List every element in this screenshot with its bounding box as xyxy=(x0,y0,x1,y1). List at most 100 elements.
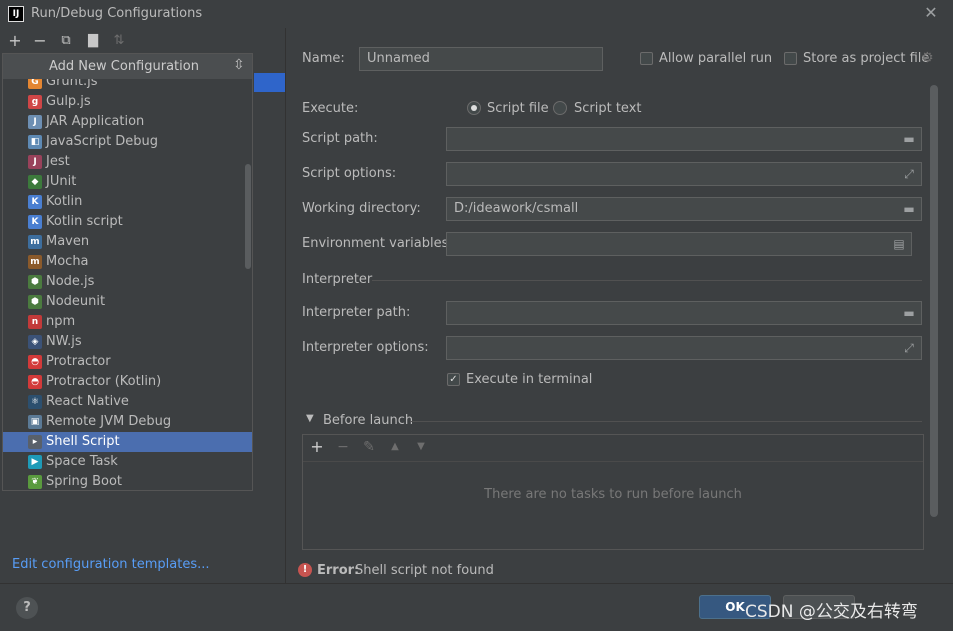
popup-scrollbar[interactable] xyxy=(245,164,251,269)
new-folder-button[interactable]: ▇ xyxy=(84,32,102,50)
config-type-item[interactable]: ◓ Protractor xyxy=(3,352,252,372)
add-task-icon[interactable]: + xyxy=(309,439,325,455)
name-value: Unnamed xyxy=(367,51,430,66)
script-file-label: Script file xyxy=(487,101,549,116)
config-type-label: Remote JVM Debug xyxy=(46,414,172,429)
config-type-item[interactable]: g Gulp.js xyxy=(3,92,252,112)
config-type-item[interactable]: K Kotlin xyxy=(3,192,252,212)
jar-icon: J xyxy=(28,115,42,129)
script-text-radio[interactable] xyxy=(553,101,567,115)
maven-icon: m xyxy=(28,235,42,249)
working-directory-value: D:/ideawork/csmall xyxy=(454,201,579,216)
form-scrollbar[interactable] xyxy=(930,85,938,517)
script-file-radio[interactable] xyxy=(467,101,481,115)
execute-in-terminal-checkbox[interactable]: ✓ xyxy=(447,373,460,386)
kotlin-script-icon: K xyxy=(28,215,42,229)
config-type-label: Protractor xyxy=(46,354,111,369)
help-button[interactable]: ? xyxy=(16,597,38,619)
before-launch-title[interactable]: Before launch xyxy=(323,413,413,428)
watermark-text: CSDN @公交及右转弯 xyxy=(745,602,918,622)
move-down-icon[interactable]: ▼ xyxy=(413,439,429,455)
shell-icon: ▸ xyxy=(28,435,42,449)
popup-header: Add New Configuration ⇳ xyxy=(3,54,252,79)
config-type-item[interactable]: ◆ JUnit xyxy=(3,172,252,192)
script-path-field[interactable]: ▬ xyxy=(446,127,922,151)
config-type-label: Nodeunit xyxy=(46,294,106,309)
env-vars-field[interactable]: ▤ xyxy=(446,232,912,256)
allow-parallel-checkbox[interactable] xyxy=(640,52,653,65)
config-type-label: JavaScript Debug xyxy=(46,134,159,149)
config-type-item[interactable]: ⚛ React Native xyxy=(3,392,252,412)
remove-task-icon[interactable]: − xyxy=(335,439,351,455)
spring-icon: ❦ xyxy=(28,475,42,489)
env-vars-label: Environment variables: xyxy=(302,236,453,251)
config-type-label: React Native xyxy=(46,394,129,409)
edit-templates-link[interactable]: Edit configuration templates... xyxy=(12,557,210,572)
no-tasks-text: There are no tasks to run before launch xyxy=(484,487,742,502)
remote-debug-icon: ▣ xyxy=(28,415,42,429)
config-type-label: Maven xyxy=(46,234,90,249)
gear-icon[interactable]: ⚙ xyxy=(921,50,934,66)
config-type-item[interactable]: ⬢ Nodeunit xyxy=(3,292,252,312)
selected-configuration-row[interactable] xyxy=(254,73,285,92)
remove-configuration-button[interactable]: − xyxy=(31,32,49,50)
expand-icon[interactable]: ⤢ xyxy=(901,166,917,182)
collapse-icon[interactable]: ⇳ xyxy=(233,57,245,73)
script-options-field[interactable]: ⤢ xyxy=(446,162,922,186)
expand-icon[interactable]: ⤢ xyxy=(901,340,917,356)
copy-configuration-button[interactable]: ⧉ xyxy=(57,32,75,50)
script-path-label: Script path: xyxy=(302,131,378,146)
name-field[interactable]: Unnamed xyxy=(359,47,603,71)
nwjs-icon: ◈ xyxy=(28,335,42,349)
intellij-logo-icon: IJ xyxy=(8,6,24,22)
edit-env-icon[interactable]: ▤ xyxy=(891,236,907,252)
window-title: Run/Debug Configurations xyxy=(31,6,203,21)
kotlin-icon: K xyxy=(28,195,42,209)
config-type-label: Jest xyxy=(46,154,70,169)
expand-triangle-icon[interactable]: ▼ xyxy=(306,413,314,424)
config-type-item[interactable]: m Mocha xyxy=(3,252,252,272)
protractor-icon: ◓ xyxy=(28,355,42,369)
interpreter-path-field[interactable]: ▬ xyxy=(446,301,922,325)
interpreter-separator xyxy=(372,280,922,281)
config-type-item[interactable]: ⬢ Node.js xyxy=(3,272,252,292)
edit-task-icon[interactable]: ✎ xyxy=(361,439,377,455)
gulp-icon: g xyxy=(28,95,42,109)
interpreter-section-title: Interpreter xyxy=(302,272,373,287)
add-configuration-button[interactable]: + xyxy=(6,32,24,50)
interpreter-options-label: Interpreter options: xyxy=(302,340,429,355)
move-up-icon[interactable]: ▲ xyxy=(387,439,403,455)
config-type-label: Node.js xyxy=(46,274,95,289)
script-text-label: Script text xyxy=(574,101,642,116)
before-launch-tasks: + − ✎ ▲ ▼ There are no tasks to run befo… xyxy=(302,434,924,550)
config-type-item[interactable]: ◈ NW.js xyxy=(3,332,252,352)
error-icon: ! xyxy=(298,563,312,577)
config-type-label: Kotlin script xyxy=(46,214,123,229)
config-type-item[interactable]: ▶ Space Task xyxy=(3,452,252,472)
config-type-item[interactable]: J Jest xyxy=(3,152,252,172)
jest-icon: J xyxy=(28,155,42,169)
interpreter-path-label: Interpreter path: xyxy=(302,305,411,320)
config-type-item[interactable]: ▣ Remote JVM Debug xyxy=(3,412,252,432)
sort-button[interactable]: ⇅ xyxy=(110,32,128,50)
config-type-item[interactable]: K Kotlin script xyxy=(3,212,252,232)
close-icon[interactable]: ✕ xyxy=(922,4,940,22)
js-debug-icon: ◧ xyxy=(28,135,42,149)
junit-icon: ◆ xyxy=(28,175,42,189)
interpreter-options-field[interactable]: ⤢ xyxy=(446,336,922,360)
config-type-item[interactable]: n npm xyxy=(3,312,252,332)
store-project-checkbox[interactable] xyxy=(784,52,797,65)
working-directory-field[interactable]: D:/ideawork/csmall ▬ xyxy=(446,197,922,221)
space-icon: ▶ xyxy=(28,455,42,469)
config-type-item[interactable]: ◧ JavaScript Debug xyxy=(3,132,252,152)
config-type-item[interactable]: ❦ Spring Boot xyxy=(3,472,252,490)
config-type-label: Kotlin xyxy=(46,194,83,209)
config-type-item[interactable]: m Maven xyxy=(3,232,252,252)
add-configuration-popup: G Grunt.js g Gulp.js J JAR Application ◧ JavaSc… xyxy=(2,53,253,491)
config-type-item[interactable]: ▸ Shell Script xyxy=(3,432,252,452)
browse-folder-icon[interactable]: ▬ xyxy=(901,131,917,147)
config-type-item[interactable]: ◓ Protractor (Kotlin) xyxy=(3,372,252,392)
browse-folder-icon[interactable]: ▬ xyxy=(901,201,917,217)
config-type-item[interactable]: J JAR Application xyxy=(3,112,252,132)
browse-folder-icon[interactable]: ▬ xyxy=(901,305,917,321)
